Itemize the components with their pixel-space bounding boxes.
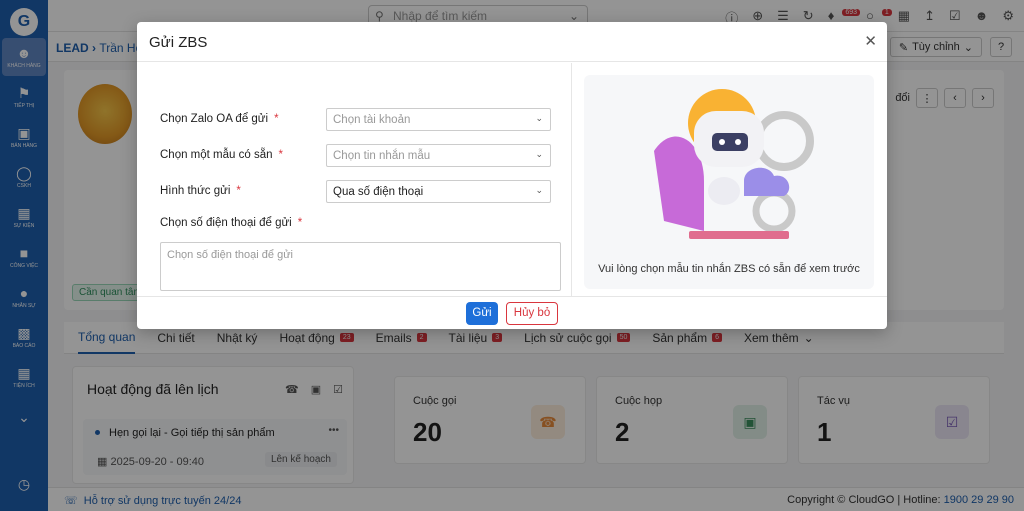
form-column: Chọn Zalo OA để gửi * Chọn tài khoản ⌄ Ch… xyxy=(137,63,572,296)
required-mark: * xyxy=(297,217,303,229)
dialog-title: Gửi ZBS xyxy=(149,34,208,51)
chevron-down-icon: ⌄ xyxy=(535,149,543,159)
robot-illustration xyxy=(654,89,814,239)
select-placeholder: Chọn tin nhắn mẫu xyxy=(333,149,431,162)
dialog-body: Chọn Zalo OA để gửi * Chọn tài khoản ⌄ Ch… xyxy=(137,63,887,296)
zalo-oa-select[interactable]: Chọn tài khoản ⌄ xyxy=(326,108,551,131)
required-mark: * xyxy=(278,149,283,161)
select-placeholder: Chọn tài khoản xyxy=(333,113,411,126)
template-field-label: Chọn một mẫu có sẵn * xyxy=(160,149,283,161)
method-field-label: Hình thức gửi * xyxy=(160,185,241,197)
label-text: Hình thức gửi xyxy=(160,185,231,197)
preview-hint: Vui lòng chọn mẫu tin nhắn ZBS có sẵn để… xyxy=(598,263,860,275)
oa-field-label: Chọn Zalo OA để gửi * xyxy=(160,113,279,125)
select-value: Qua số điện thoại xyxy=(333,185,424,198)
cancel-button[interactable]: Hủy bỏ xyxy=(506,301,558,325)
required-mark: * xyxy=(274,113,279,125)
label-text: Chọn số điện thoại để gửi xyxy=(160,217,292,229)
input-placeholder: Chọn số điện thoại để gửi xyxy=(167,249,294,261)
chevron-down-icon: ⌄ xyxy=(535,113,543,123)
close-icon[interactable]: ✕ xyxy=(864,32,877,50)
send-zbs-dialog: Gửi ZBS ✕ Chọn Zalo OA để gửi * Chọn tài … xyxy=(137,22,887,329)
template-select[interactable]: Chọn tin nhắn mẫu ⌄ xyxy=(326,144,551,167)
label-text: Chọn một mẫu có sẵn xyxy=(160,149,273,161)
template-preview: Vui lòng chọn mẫu tin nhắn ZBS có sẵn để… xyxy=(584,75,874,289)
dialog-header: Gửi ZBS ✕ xyxy=(137,22,887,62)
dialog-footer: Gửi Hủy bỏ xyxy=(137,296,887,329)
send-button[interactable]: Gửi xyxy=(466,301,498,325)
required-mark: * xyxy=(236,185,241,197)
phone-number-input[interactable]: Chọn số điện thoại để gửi xyxy=(160,242,561,291)
label-text: Chọn Zalo OA để gửi xyxy=(160,113,269,125)
phone-field-label: Chọn số điện thoại để gửi * xyxy=(160,217,302,229)
chevron-down-icon: ⌄ xyxy=(535,185,543,195)
send-method-select[interactable]: Qua số điện thoại ⌄ xyxy=(326,180,551,203)
